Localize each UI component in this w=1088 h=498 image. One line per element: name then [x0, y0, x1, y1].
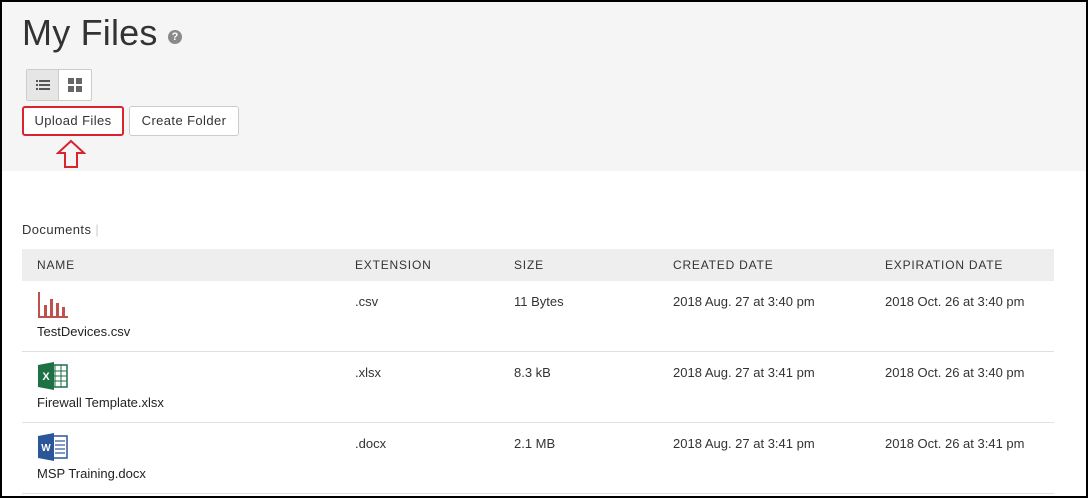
section-label: Documents |: [22, 222, 99, 237]
file-name-link[interactable]: Firewall Template.xlsx: [37, 395, 164, 410]
word-icon: W: [38, 433, 68, 461]
view-toggle: [26, 69, 92, 101]
list-view-icon: [35, 80, 50, 90]
column-header-extension[interactable]: EXTENSION: [355, 249, 432, 281]
file-size: 8.3 kB: [514, 365, 551, 380]
up-arrow-outline-icon: [56, 139, 86, 168]
table-row[interactable]: W MSP Training.docx .docx 2.1 MB 2018 Au…: [22, 423, 1054, 494]
svg-text:W: W: [41, 443, 51, 454]
created-date: 2018 Aug. 27 at 3:41 pm: [673, 365, 815, 380]
expiration-date: 2018 Oct. 26 at 3:40 pm: [885, 365, 1025, 380]
file-name-link[interactable]: TestDevices.csv: [37, 324, 130, 339]
question-circle-icon[interactable]: ?: [168, 30, 182, 44]
page-title: My Files: [22, 12, 158, 53]
file-extension: .docx: [355, 436, 387, 451]
column-header-created-date[interactable]: CREATED DATE: [673, 249, 774, 281]
table-row[interactable]: TestDevices.csv .csv 11 Bytes 2018 Aug. …: [22, 281, 1054, 352]
column-header-name[interactable]: NAME: [37, 249, 75, 281]
expiration-date: 2018 Oct. 26 at 3:41 pm: [885, 436, 1025, 451]
svg-text:X: X: [42, 371, 50, 383]
expiration-date: 2018 Oct. 26 at 3:40 pm: [885, 294, 1025, 309]
file-extension: .xlsx: [355, 365, 381, 380]
created-date: 2018 Aug. 27 at 3:41 pm: [673, 436, 815, 451]
file-size: 11 Bytes: [514, 294, 564, 309]
table-header: NAME EXTENSION SIZE CREATED DATE EXPIRAT…: [22, 249, 1054, 281]
bar-chart-icon: [38, 292, 68, 318]
grid-view-button[interactable]: [59, 70, 91, 100]
section-separator: |: [95, 222, 100, 237]
list-view-button[interactable]: [27, 70, 59, 100]
column-header-expiration-date[interactable]: EXPIRATION DATE: [885, 249, 1003, 281]
file-size: 2.1 MB: [514, 436, 556, 451]
created-date: 2018 Aug. 27 at 3:40 pm: [673, 294, 815, 309]
window-frame: My Files ? Upload Files Create Folder Do…: [0, 0, 1088, 498]
file-name-link[interactable]: MSP Training.docx: [37, 466, 146, 481]
file-extension: .csv: [355, 294, 379, 309]
upload-files-button[interactable]: Upload Files: [22, 106, 124, 136]
page-header: My Files ? Upload Files Create Folder: [2, 2, 1086, 171]
grid-view-icon: [68, 78, 82, 92]
create-folder-button[interactable]: Create Folder: [129, 106, 239, 136]
documents-label: Documents: [22, 222, 92, 237]
table-row[interactable]: X Firewall Template.xlsx .xlsx 8.3 kB 20…: [22, 352, 1054, 423]
excel-icon: X: [38, 362, 68, 390]
column-header-size[interactable]: SIZE: [514, 249, 544, 281]
